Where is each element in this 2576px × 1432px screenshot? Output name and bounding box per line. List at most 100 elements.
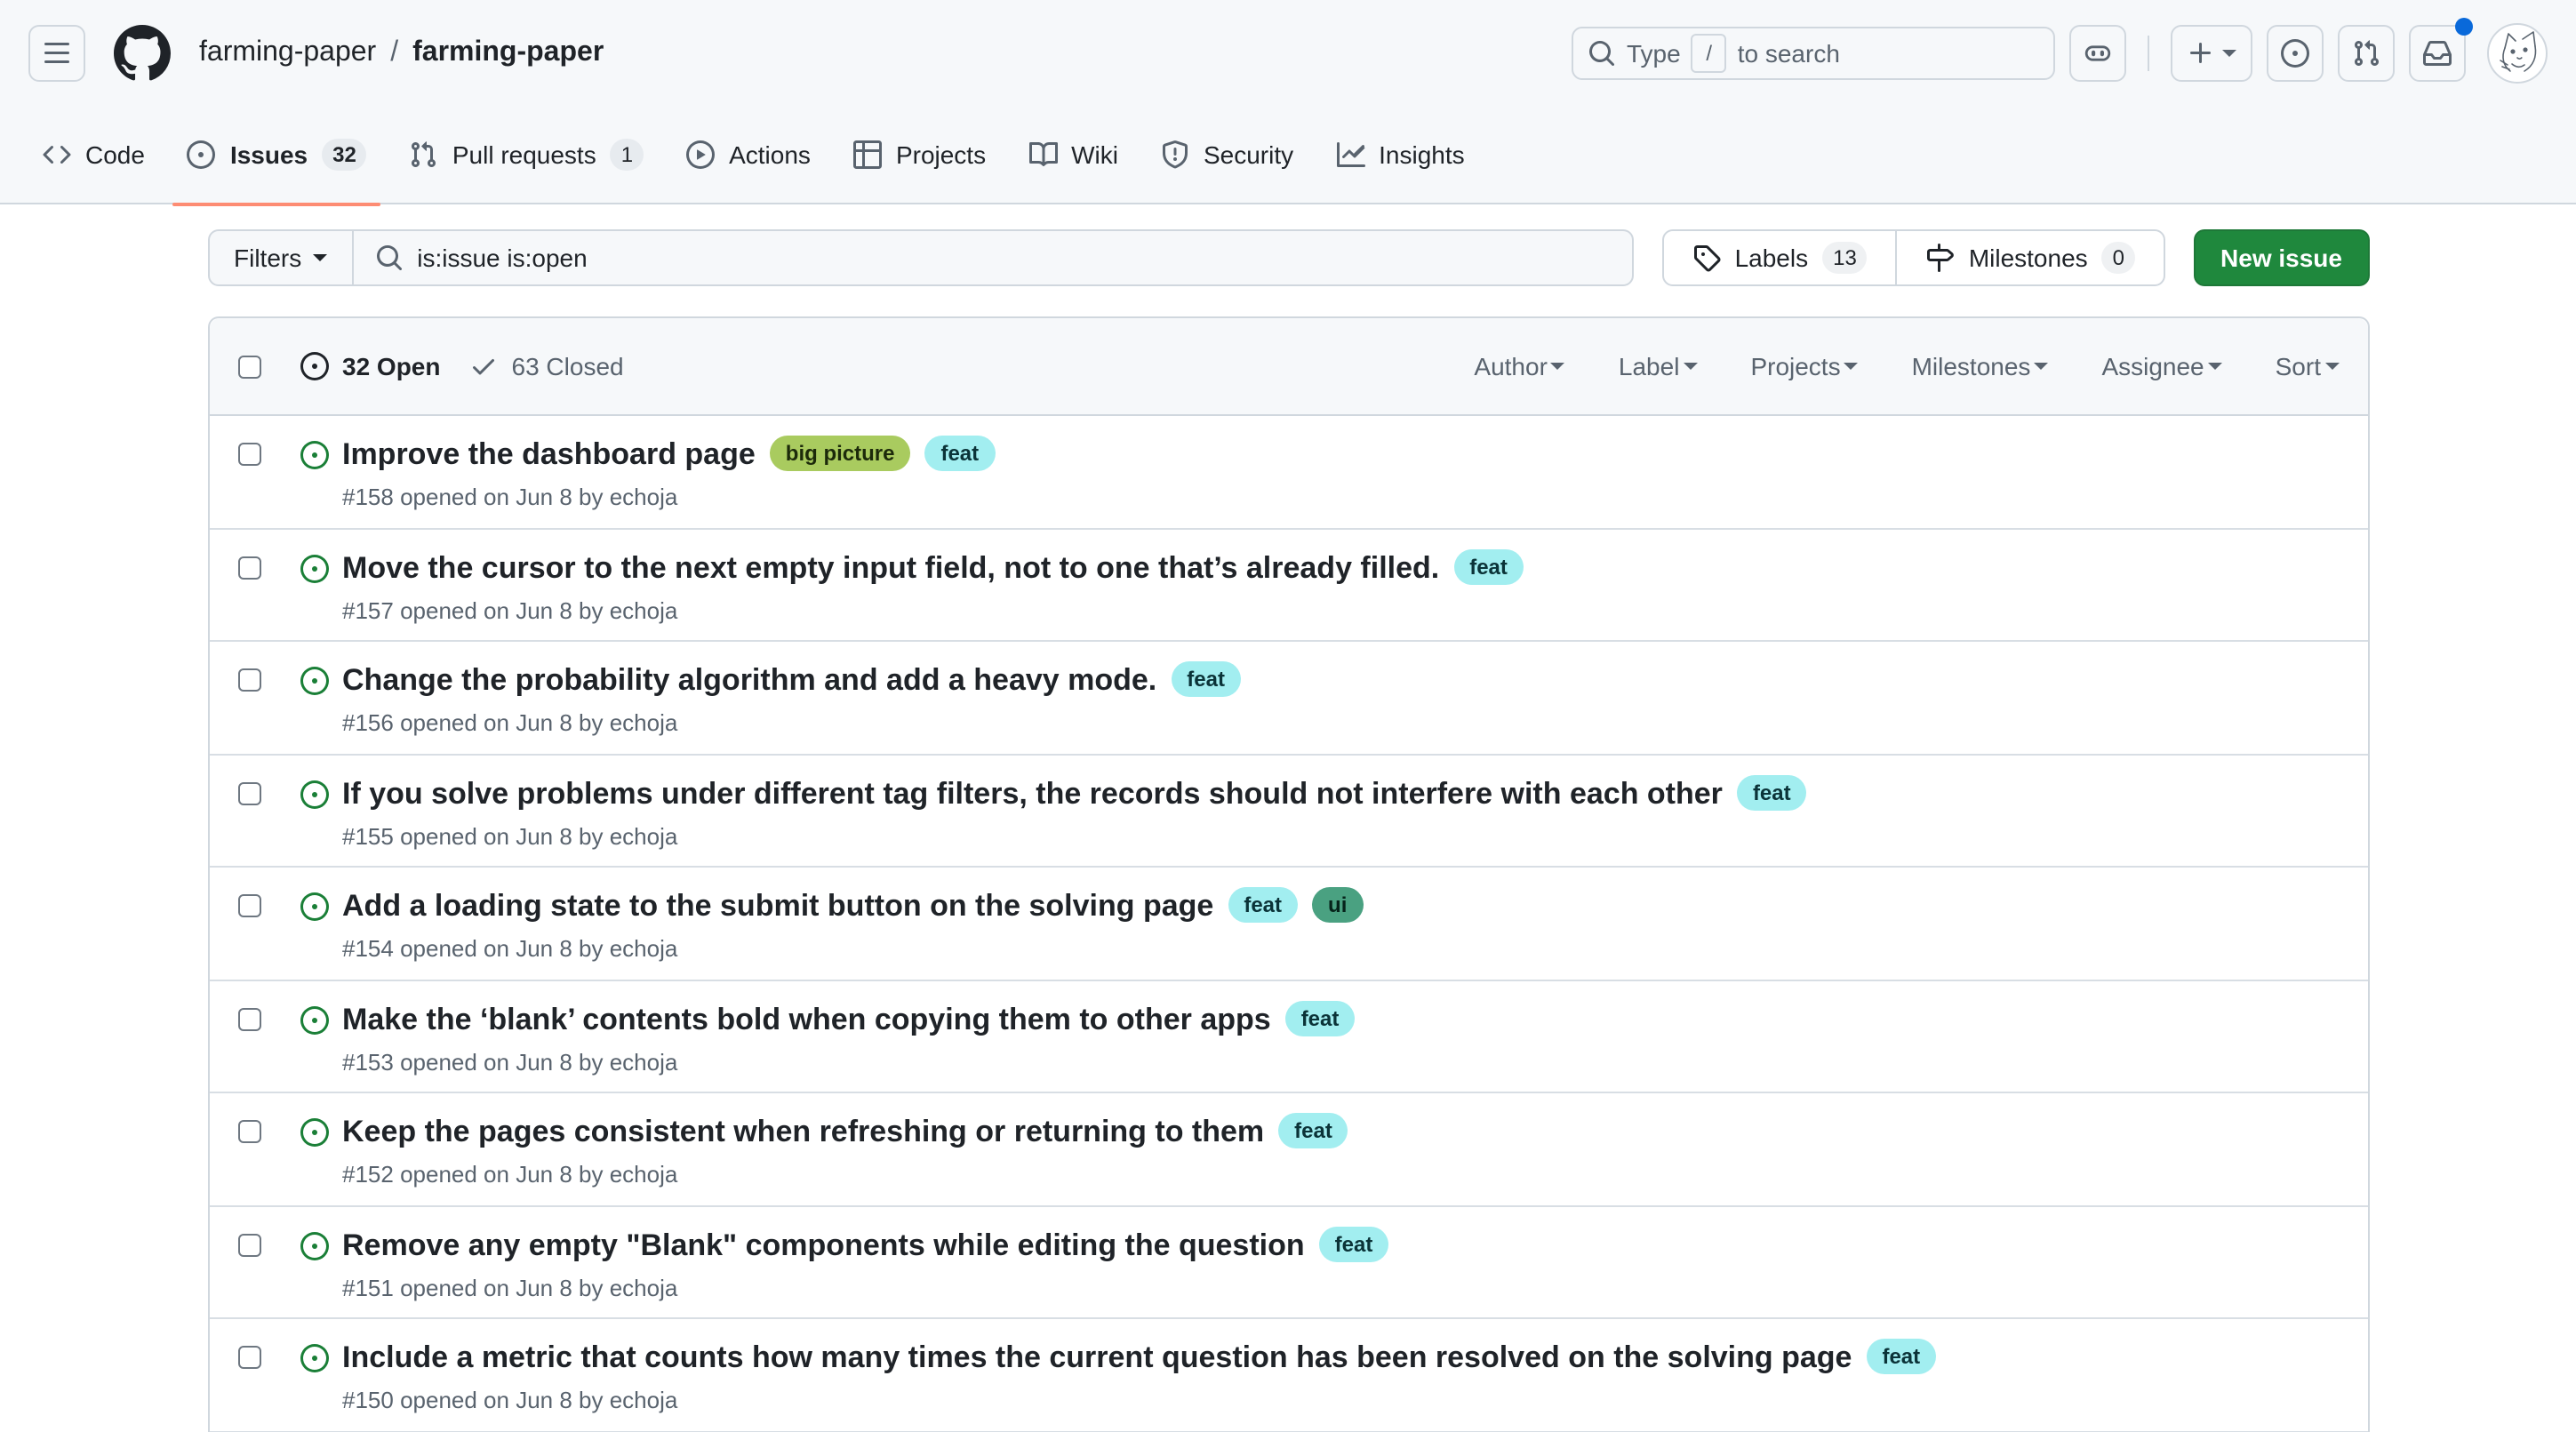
labels-milestones-group: Labels 13 Milestones 0: [1662, 229, 2165, 286]
tab-insights[interactable]: Insights: [1322, 106, 1479, 204]
app-header: farming-paper / farming-paper Type / to …: [0, 0, 2576, 107]
your-pull-requests-button[interactable]: [2338, 25, 2395, 82]
issue-label[interactable]: feat: [1453, 548, 1524, 584]
assignee-filter-dropdown[interactable]: Assignee: [2101, 352, 2221, 380]
author-filter-dropdown[interactable]: Author: [1474, 352, 1565, 380]
issue-meta: #158 opened on Jun 8 by echoja: [342, 484, 995, 510]
issue-label[interactable]: feat: [1171, 661, 1241, 697]
sort-label: Sort: [2276, 352, 2321, 380]
tab-projects[interactable]: Projects: [839, 106, 1000, 204]
issues-count-badge: 32: [322, 139, 367, 171]
labels-button-label: Labels: [1735, 244, 1809, 272]
labels-count-badge: 13: [1822, 242, 1868, 274]
new-issue-label: New issue: [2220, 244, 2342, 272]
chevron-down-icon: [1683, 363, 1697, 377]
closed-issues-toggle[interactable]: 63 Closed: [469, 352, 624, 380]
issue-label[interactable]: feat: [924, 436, 995, 471]
open-issues-toggle[interactable]: 32 Open: [300, 352, 441, 380]
issue-title-link[interactable]: Move the cursor to the next empty input …: [342, 550, 1439, 584]
issue-label[interactable]: feat: [1228, 887, 1298, 923]
issues-search-input[interactable]: is:issue is:open: [353, 229, 1633, 286]
repo-tab-nav: Code Issues 32 Pull requests 1 Actions P…: [0, 107, 2576, 204]
issue-main: Move the cursor to the next empty input …: [342, 547, 1524, 640]
issue-checkbox[interactable]: [237, 668, 260, 692]
issue-row: Remove any empty "Blank" components whil…: [209, 1206, 2367, 1319]
issue-title-link[interactable]: Remove any empty "Blank" components whil…: [342, 1228, 1305, 1261]
select-all-checkbox[interactable]: [237, 355, 260, 378]
issue-title-link[interactable]: Improve the dashboard page: [342, 437, 756, 471]
issues-list-header: 32 Open 63 Closed Author Label Projects …: [209, 318, 2367, 416]
label-filter-dropdown[interactable]: Label: [1619, 352, 1698, 380]
projects-filter-label: Projects: [1750, 352, 1840, 380]
label-filter-label: Label: [1619, 352, 1680, 380]
issue-label[interactable]: feat: [1737, 774, 1807, 810]
issue-title-link[interactable]: Keep the pages consistent when refreshin…: [342, 1115, 1264, 1148]
breadcrumb-repo-link[interactable]: farming-paper: [412, 37, 604, 69]
tab-label: Pull requests: [452, 140, 596, 169]
copilot-button[interactable]: [2069, 25, 2126, 82]
filters-dropdown-button[interactable]: Filters: [207, 229, 353, 286]
milestones-filter-dropdown[interactable]: Milestones: [1912, 352, 2049, 380]
tab-security[interactable]: Security: [1147, 106, 1308, 204]
book-icon: [1028, 140, 1057, 169]
issue-opened-icon: [188, 140, 216, 169]
search-placeholder-part2: to search: [1738, 39, 1840, 68]
issue-opened-icon: [300, 441, 328, 469]
issue-checkbox[interactable]: [237, 894, 260, 917]
tab-code[interactable]: Code: [28, 106, 159, 204]
global-search-input[interactable]: Type / to search: [1572, 27, 2055, 80]
github-logo-icon[interactable]: [114, 25, 171, 82]
issue-checkbox[interactable]: [237, 443, 260, 466]
tab-wiki[interactable]: Wiki: [1014, 106, 1132, 204]
play-icon: [686, 140, 715, 169]
pull-requests-count-badge: 1: [611, 139, 644, 171]
page: farming-paper / farming-paper Type / to …: [0, 0, 2576, 1419]
issue-label[interactable]: feat: [1285, 1000, 1356, 1036]
new-issue-button[interactable]: New issue: [2194, 229, 2369, 286]
tab-actions[interactable]: Actions: [672, 106, 825, 204]
issue-opened-icon: [300, 667, 328, 695]
issue-title-link[interactable]: Make the ‘blank’ contents bold when copy…: [342, 1002, 1271, 1036]
tab-label: Wiki: [1071, 140, 1118, 169]
tab-label: Insights: [1379, 140, 1465, 169]
issue-title-link[interactable]: Change the probability algorithm and add…: [342, 663, 1156, 697]
your-issues-button[interactable]: [2267, 25, 2324, 82]
issue-checkbox[interactable]: [237, 556, 260, 579]
issue-label[interactable]: feat: [1319, 1226, 1389, 1261]
issue-meta: #156 opened on Jun 8 by echoja: [342, 709, 1241, 736]
tab-label: Security: [1204, 140, 1293, 169]
issue-checkbox[interactable]: [237, 1346, 260, 1369]
issue-label[interactable]: big picture: [770, 436, 911, 471]
breadcrumb-separator: /: [376, 37, 412, 69]
chevron-down-icon: [1844, 363, 1859, 377]
avatar[interactable]: [2487, 23, 2548, 84]
issue-title-link[interactable]: If you solve problems under different ta…: [342, 776, 1723, 810]
issue-checkbox[interactable]: [237, 781, 260, 804]
git-pull-request-icon: [2352, 39, 2380, 68]
notifications-button[interactable]: [2409, 25, 2466, 82]
sort-dropdown[interactable]: Sort: [2276, 352, 2339, 380]
projects-filter-dropdown[interactable]: Projects: [1750, 352, 1858, 380]
unread-notification-dot: [2455, 18, 2473, 36]
issue-checkbox[interactable]: [237, 1233, 260, 1256]
issue-label[interactable]: feat: [1866, 1339, 1936, 1374]
chevron-down-icon: [2034, 363, 2048, 377]
create-new-button[interactable]: [2171, 25, 2252, 82]
issue-checkbox[interactable]: [237, 1120, 260, 1143]
search-icon: [374, 244, 403, 272]
milestones-button[interactable]: Milestones 0: [1896, 231, 2164, 284]
labels-button[interactable]: Labels 13: [1664, 231, 1896, 284]
issue-opened-icon: [300, 1231, 328, 1260]
issue-checkbox[interactable]: [237, 1007, 260, 1030]
issue-label[interactable]: ui: [1312, 887, 1363, 923]
hamburger-menu-button[interactable]: [28, 25, 85, 82]
issue-label[interactable]: feat: [1278, 1113, 1348, 1148]
chevron-down-icon: [2222, 50, 2236, 64]
breadcrumb-owner-link[interactable]: farming-paper: [199, 37, 376, 69]
tab-issues[interactable]: Issues 32: [173, 106, 381, 204]
issue-opened-icon: [300, 780, 328, 808]
tab-pull-requests[interactable]: Pull requests 1: [396, 106, 658, 204]
issue-title-link[interactable]: Add a loading state to the submit button…: [342, 889, 1213, 923]
issue-title-link[interactable]: Include a metric that counts how many ti…: [342, 1340, 1852, 1374]
issue-meta: #157 opened on Jun 8 by echoja: [342, 596, 1524, 623]
